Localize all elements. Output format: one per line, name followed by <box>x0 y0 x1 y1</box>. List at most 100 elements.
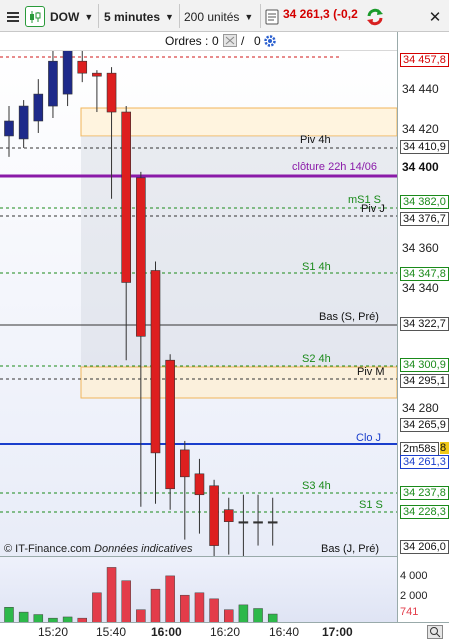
zoom-icon[interactable] <box>427 625 443 639</box>
refresh-button[interactable] <box>364 6 386 27</box>
price-label-34400: 34 400 <box>402 160 439 174</box>
price-tick: 34 360 <box>402 241 439 255</box>
price-value: 34 261,3 <box>283 7 330 21</box>
volume-bar <box>121 580 131 622</box>
s2-4h-label: S2 4h <box>302 353 331 365</box>
candle-body[interactable] <box>121 111 131 283</box>
candle-body[interactable] <box>62 51 73 95</box>
candle-body[interactable] <box>150 270 161 454</box>
gear-icon[interactable] <box>263 34 277 48</box>
cloture-label: clôture 22h 14/06 <box>292 161 378 173</box>
volume-bar <box>33 614 44 622</box>
price-label-piv-4h: 34 410,9 <box>400 140 449 154</box>
candle-body[interactable] <box>92 72 102 77</box>
volume-last: 741 <box>400 606 419 618</box>
trade-icon-button[interactable] <box>263 6 281 27</box>
orders-label: Ordres : <box>165 34 209 48</box>
timeframe-select[interactable]: 5 minutes ▼ <box>104 6 177 27</box>
candle-body[interactable] <box>4 120 14 137</box>
close-icon: ✕ <box>428 8 442 26</box>
candle-body[interactable] <box>77 60 88 74</box>
menu-button[interactable] <box>3 6 23 27</box>
candle-body[interactable] <box>223 509 234 522</box>
volume-panel[interactable] <box>0 556 397 622</box>
price-tick: 34 280 <box>402 401 439 415</box>
candle-body[interactable] <box>106 72 117 113</box>
quantity-select[interactable]: 200 unités ▼ <box>184 6 258 27</box>
candle-body[interactable] <box>209 485 219 546</box>
price-axis[interactable]: 34 440 34 420 34 360 34 340 34 280 34 45… <box>397 32 449 622</box>
volume-bar <box>238 604 249 622</box>
candle-body[interactable] <box>253 521 263 524</box>
volume-tick: 2 000 <box>400 590 428 602</box>
orders-bar: Ordres : 0 / 0 <box>0 32 397 50</box>
volume-bar <box>224 609 234 622</box>
volume-bar <box>209 598 219 622</box>
time-tick: 15:40 <box>96 625 127 639</box>
candle-body[interactable] <box>238 521 249 524</box>
candle-body[interactable] <box>48 60 58 107</box>
s1-4h-label: S1 4h <box>302 261 331 273</box>
orders-buy-count: 0 <box>212 34 219 48</box>
price-label-bas-s: 34 322,7 <box>400 317 449 331</box>
price-label-high: 34 457,8 <box>400 53 449 67</box>
volume-bar <box>267 613 278 622</box>
piv-m-label: Piv M <box>357 366 385 378</box>
candle-body[interactable] <box>194 473 205 496</box>
chevron-down-icon: ▼ <box>165 11 174 22</box>
chevron-down-icon: ▼ <box>244 11 254 22</box>
orders-separator: / <box>241 34 245 48</box>
candle-body[interactable] <box>33 93 44 122</box>
piv-j-label: Piv J <box>361 203 385 215</box>
price-label-ms1-s: 34 382,0 <box>400 195 449 209</box>
price-label-bas-j: 34 206,0 <box>400 540 449 554</box>
price-tick: 34 420 <box>402 122 439 136</box>
last-price: 34 261,3 (-0,2 <box>283 7 358 21</box>
hamburger-menu-icon <box>7 11 19 22</box>
piv-4h-label: Piv 4h <box>300 134 331 146</box>
candle-body[interactable] <box>267 521 278 524</box>
time-axis[interactable]: 15:20 15:40 16:00 16:20 16:40 17:00 <box>0 622 449 641</box>
chart-type-button[interactable] <box>25 6 45 27</box>
clo-j-label: Clo J <box>356 432 382 444</box>
orders-sell-count: 0 <box>254 34 261 48</box>
price-chart[interactable]: Piv 4h clôture 22h 14/06 mS1 S Piv J S1 … <box>0 50 397 557</box>
price-label-s3-4h: 34 237,8 <box>400 486 449 500</box>
quantity-label: 200 unités <box>184 9 240 24</box>
volume-bar <box>4 607 14 622</box>
time-tick: 15:20 <box>38 625 69 639</box>
candle-body[interactable] <box>136 177 146 337</box>
candle-body[interactable] <box>180 449 190 478</box>
instrument-label: DOW <box>50 9 80 24</box>
volume-bar <box>150 588 161 622</box>
volume-bar <box>92 592 102 622</box>
volume-bar <box>18 611 29 622</box>
s3-4h-label: S3 4h <box>302 480 331 492</box>
time-tick: 16:20 <box>210 625 241 639</box>
buy-orders-icon[interactable] <box>223 34 237 47</box>
candle-body[interactable] <box>165 359 175 490</box>
volume-bar <box>165 575 175 622</box>
volume-bar <box>180 594 190 622</box>
candle-body[interactable] <box>18 105 29 140</box>
price-label-close: 34 261,3 <box>400 455 449 469</box>
copyright-source: © IT-Finance.com <box>4 543 91 555</box>
price-label-s1-4h: 34 347,8 <box>400 267 449 281</box>
volume-bar <box>253 608 263 622</box>
time-tick: 16:00 <box>151 625 182 639</box>
instrument-select[interactable]: DOW ▼ <box>50 6 96 27</box>
volume-bar <box>136 609 146 622</box>
price-label-piv-j: 34 376,7 <box>400 212 449 226</box>
price-label-s1-s: 34 228,3 <box>400 505 449 519</box>
copyright: © IT-Finance.com Données indicatives <box>4 543 192 555</box>
bas-s-pre-label: Bas (S, Pré) <box>319 311 379 323</box>
copyright-note: Données indicatives <box>94 543 193 555</box>
close-button[interactable]: ✕ <box>426 6 444 27</box>
refresh-arrows-icon <box>367 8 383 25</box>
order-book-icon <box>265 9 279 24</box>
timer-badge: 8 <box>440 442 449 454</box>
price-label-last-high: 34 265,9 <box>400 418 449 432</box>
time-tick: 17:00 <box>322 625 353 639</box>
price-tick: 34 340 <box>402 281 439 295</box>
chart-svg <box>0 51 397 557</box>
